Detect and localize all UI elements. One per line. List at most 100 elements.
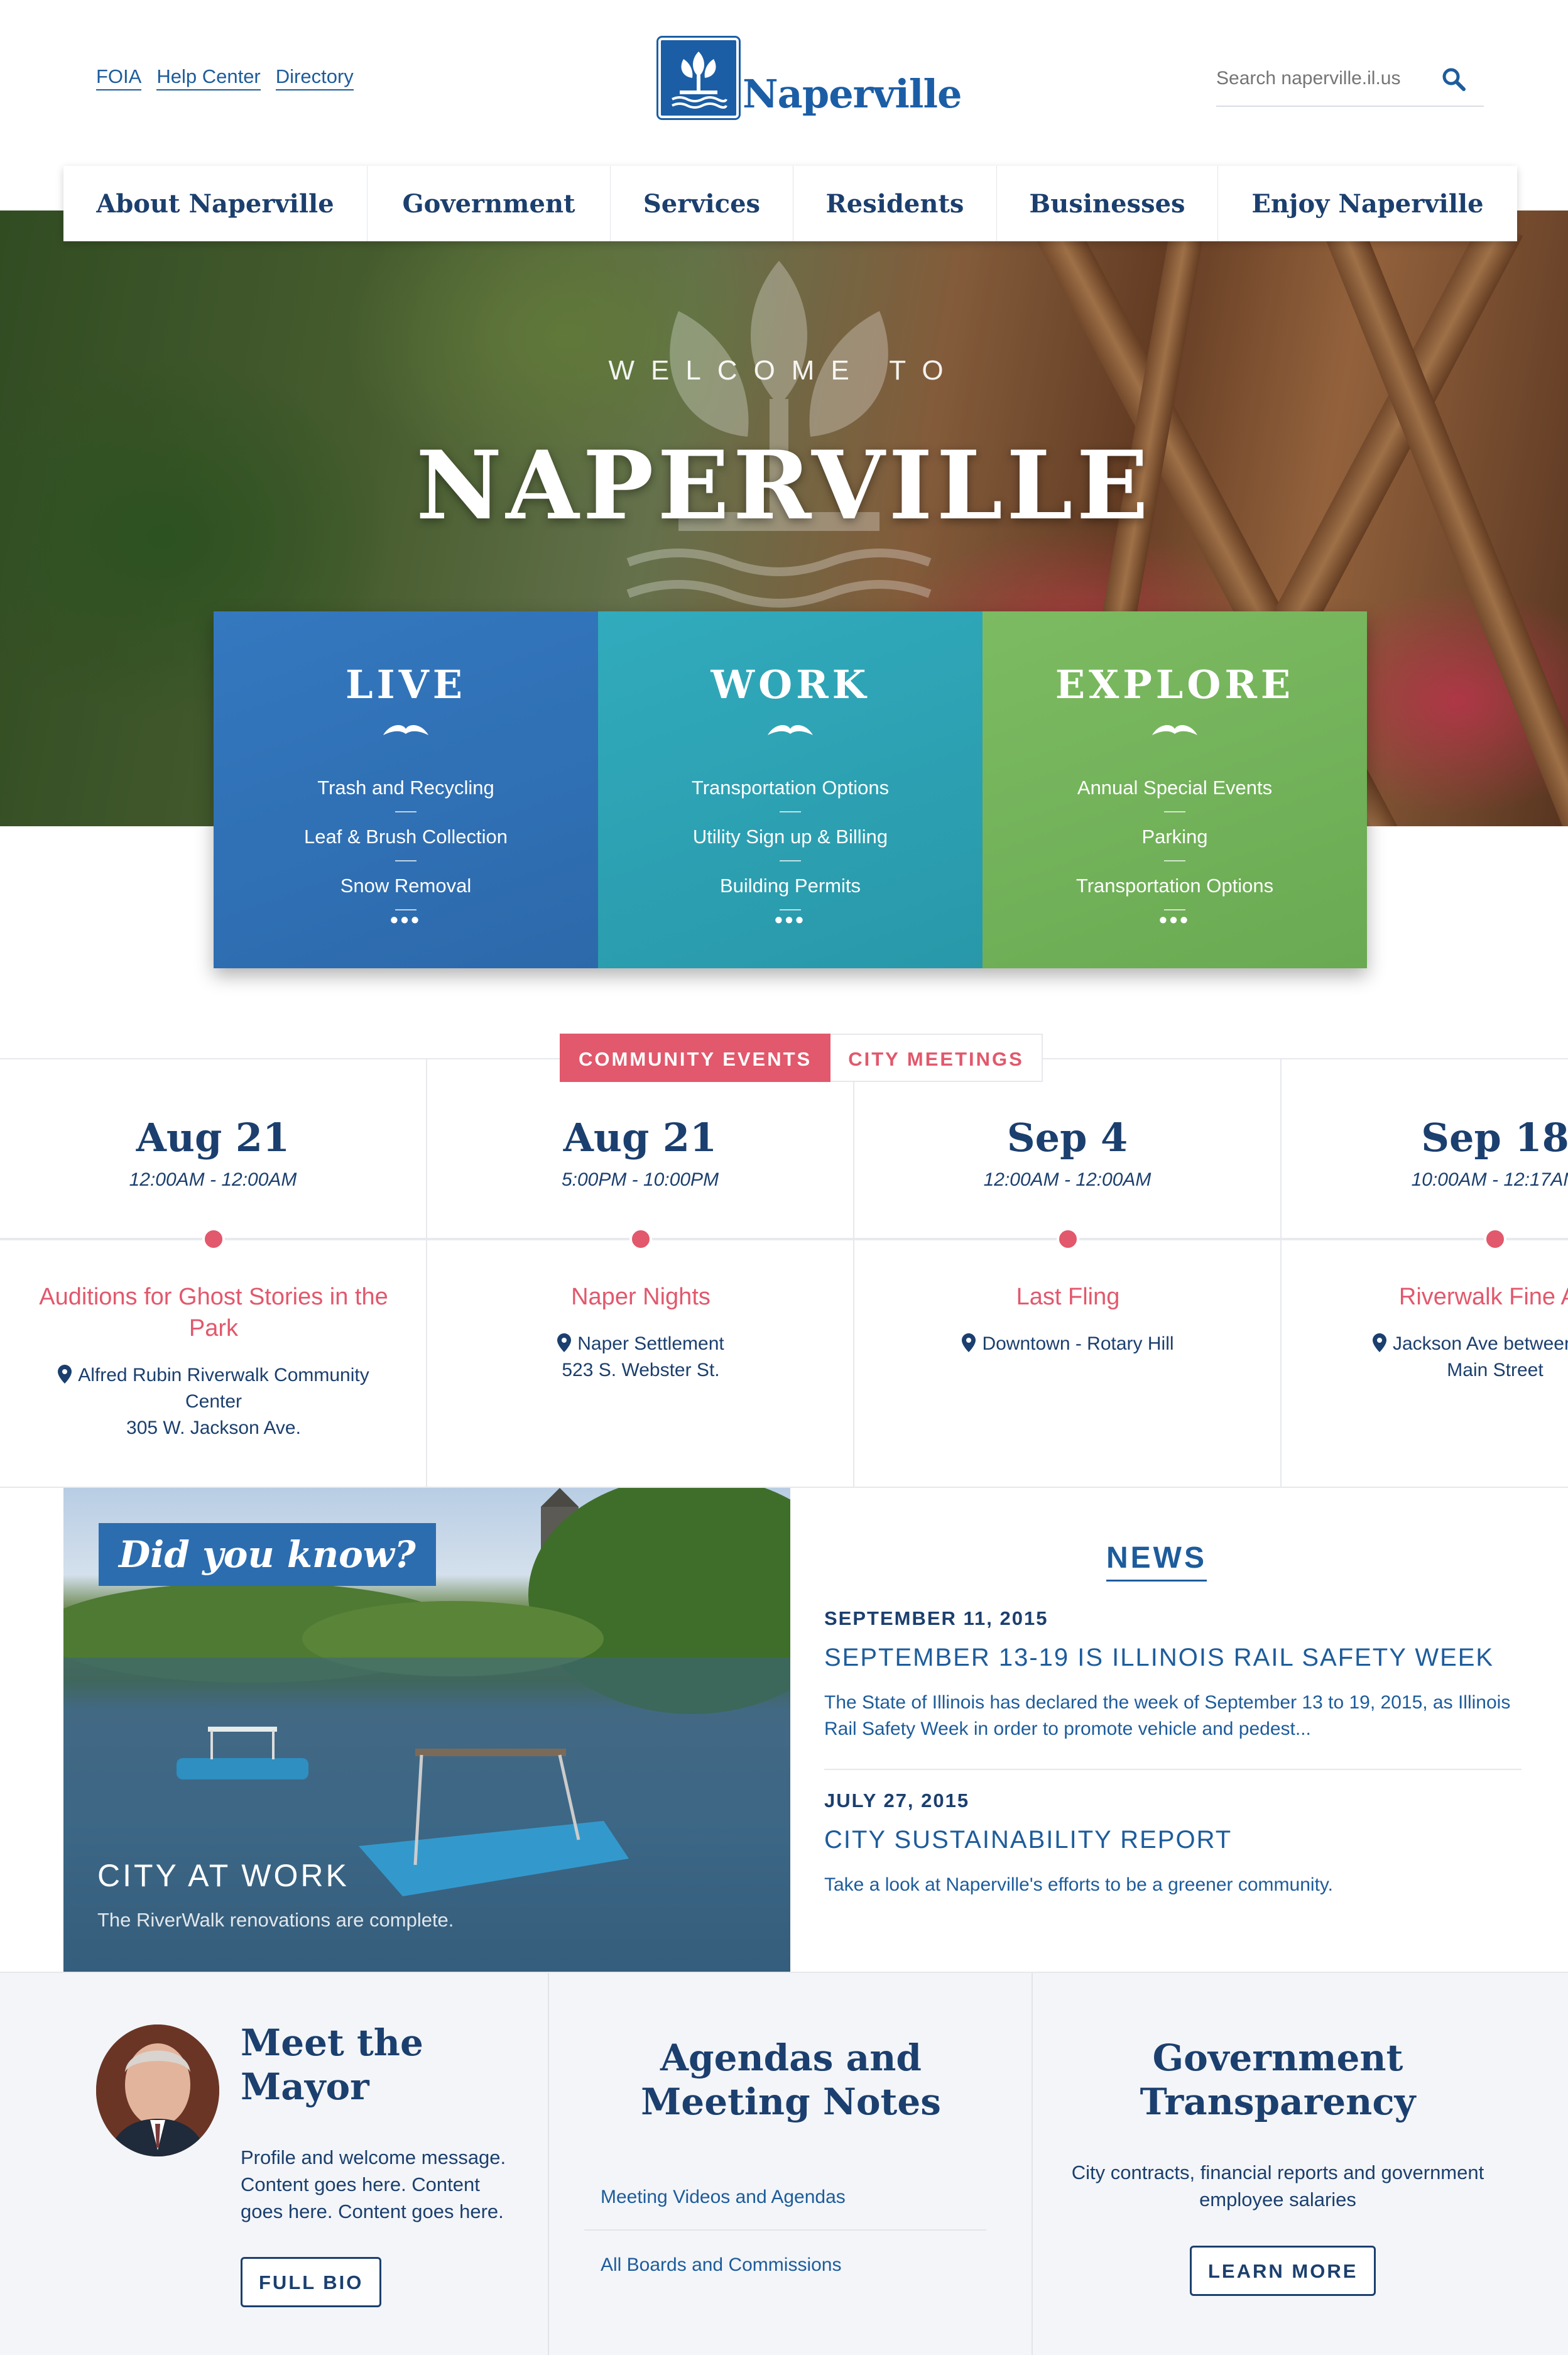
- event-date: Sep 4: [1006, 1115, 1128, 1161]
- logo-wordmark: Naperville: [743, 71, 962, 117]
- timeline-dot: [1057, 1228, 1079, 1250]
- timeline-dot: [1484, 1228, 1506, 1250]
- panel-work-title: WORK: [710, 662, 870, 708]
- panel-link[interactable]: Transportation Options: [598, 763, 983, 812]
- panel-link[interactable]: Leaf & Brush Collection: [214, 812, 598, 861]
- government-transparency: Government Transparency City contracts, …: [1032, 1973, 1568, 2355]
- did-you-know-subtext: The RiverWalk renovations are complete.: [97, 1909, 454, 1931]
- bottom-features: Meet the Mayor Profile and welcome messa…: [0, 1972, 1568, 2355]
- event-location: Downtown - Rotary Hill: [892, 1331, 1244, 1357]
- events-timeline: Aug 21 12:00AM - 12:00AM Auditions for G…: [0, 1058, 1568, 1488]
- event-location: Jackson Ave between Eagl Main Street: [1319, 1331, 1568, 1384]
- full-bio-button[interactable]: FULL BIO: [241, 2257, 382, 2307]
- mayor-avatar: [96, 2024, 219, 2156]
- nav-enjoy-naperville[interactable]: Enjoy Naperville: [1218, 166, 1517, 241]
- boards-commissions-link[interactable]: All Boards and Commissions: [584, 2232, 986, 2298]
- event-title[interactable]: Naper Nights: [465, 1281, 817, 1313]
- panel-link[interactable]: Building Permits: [598, 861, 983, 910]
- event-title[interactable]: Riverwalk Fine Art: [1319, 1281, 1568, 1313]
- panel-link[interactable]: Snow Removal: [214, 861, 598, 910]
- more-links-icon[interactable]: •••: [983, 907, 1367, 933]
- news-date: JULY 27, 2015: [824, 1789, 970, 1811]
- event-location: Alfred Rubin Riverwalk Community Center …: [38, 1362, 389, 1441]
- events-tabs: COMMUNITY EVENTS CITY MEETINGS: [560, 1034, 1043, 1082]
- panel-explore: EXPLORE Annual Special Events Parking Tr…: [983, 611, 1367, 968]
- news-item[interactable]: JULY 27, 2015 CITY SUSTAINABILITY REPORT…: [824, 1789, 1515, 1898]
- event-time: 12:00AM - 12:00AM: [983, 1169, 1152, 1190]
- panel-live-title: LIVE: [346, 662, 466, 708]
- news-summary: Take a look at Naperville's efforts to b…: [824, 1874, 1334, 1895]
- panel-link[interactable]: Parking: [983, 812, 1367, 861]
- event-title[interactable]: Auditions for Ghost Stories in the Park: [38, 1281, 389, 1344]
- meet-the-mayor: Meet the Mayor Profile and welcome messa…: [0, 1973, 548, 2355]
- event-card[interactable]: Sep 4 12:00AM - 12:00AM Last Fling Downt…: [854, 1058, 1282, 1487]
- news-headline[interactable]: CITY SUSTAINABILITY REPORT: [824, 1826, 1515, 1854]
- did-you-know-feature[interactable]: Did you know? CITY AT WORK The RiverWalk…: [63, 1488, 790, 1972]
- transparency-title: Government Transparency: [1140, 2036, 1416, 2123]
- news-date: SEPTEMBER 11, 2015: [824, 1607, 1048, 1629]
- map-pin-icon: [1372, 1333, 1386, 1352]
- map-pin-icon: [962, 1333, 976, 1352]
- tab-city-meetings[interactable]: CITY MEETINGS: [830, 1034, 1043, 1082]
- nav-government[interactable]: Government: [368, 166, 611, 241]
- utility-links: FOIA Help Center Directory: [96, 65, 354, 90]
- news-divider: [824, 1769, 1522, 1770]
- tab-community-events[interactable]: COMMUNITY EVENTS: [560, 1034, 831, 1082]
- help-center-link[interactable]: Help Center: [156, 65, 261, 90]
- learn-more-button[interactable]: LEARN MORE: [1190, 2246, 1376, 2296]
- foia-link[interactable]: FOIA: [96, 65, 142, 90]
- directory-link[interactable]: Directory: [275, 65, 354, 90]
- nav-businesses[interactable]: Businesses: [997, 166, 1218, 241]
- main-nav: About Naperville Government Services Res…: [63, 166, 1517, 241]
- news-item[interactable]: SEPTEMBER 11, 2015 SEPTEMBER 13-19 IS IL…: [824, 1607, 1515, 1742]
- more-links-icon[interactable]: •••: [598, 907, 983, 933]
- nav-residents[interactable]: Residents: [793, 166, 997, 241]
- event-date: Aug 21: [136, 1115, 290, 1161]
- event-date: Aug 21: [563, 1115, 717, 1161]
- search-icon[interactable]: [1441, 67, 1466, 92]
- event-title[interactable]: Last Fling: [892, 1281, 1244, 1313]
- mayor-title: Meet the Mayor: [241, 2021, 423, 2108]
- panel-work: WORK Transportation Options Utility Sign…: [598, 611, 983, 968]
- event-time: 5:00PM - 10:00PM: [561, 1169, 719, 1190]
- news-headline[interactable]: SEPTEMBER 13-19 IS ILLINOIS RAIL SAFETY …: [824, 1644, 1515, 1672]
- nav-about-naperville[interactable]: About Naperville: [63, 166, 368, 241]
- leaf-divider-icon: [383, 725, 428, 735]
- event-card[interactable]: Aug 21 5:00PM - 10:00PM Naper Nights Nap…: [427, 1058, 854, 1487]
- search-input[interactable]: [1216, 60, 1442, 89]
- timeline-dot: [202, 1228, 225, 1250]
- timeline-dot: [629, 1228, 652, 1250]
- event-time: 10:00AM - 12:17AM: [1411, 1169, 1568, 1190]
- nav-services[interactable]: Services: [611, 166, 793, 241]
- quick-links-panels: LIVE Trash and Recycling Leaf & Brush Co…: [214, 611, 1367, 968]
- panel-link[interactable]: Utility Sign up & Billing: [598, 812, 983, 861]
- did-you-know-label: Did you know?: [99, 1523, 436, 1586]
- mayor-text: Profile and welcome message. Content goe…: [241, 2146, 506, 2222]
- transparency-text: City contracts, financial reports and go…: [1071, 2161, 1484, 2210]
- event-card[interactable]: Sep 18 10:00AM - 12:17AM Riverwalk Fine …: [1282, 1058, 1568, 1487]
- agendas-title: Agendas and Meeting Notes: [641, 2036, 941, 2123]
- did-you-know-heading: CITY AT WORK: [97, 1858, 349, 1893]
- event-date: Sep 18: [1421, 1115, 1568, 1161]
- event-location: Naper Settlement 523 S. Webster St.: [465, 1331, 817, 1384]
- more-links-icon[interactable]: •••: [214, 907, 598, 933]
- hero-welcome-text: WELCOME TO: [608, 355, 960, 386]
- map-pin-icon: [557, 1333, 572, 1352]
- map-pin-icon: [58, 1365, 72, 1384]
- panel-link[interactable]: Annual Special Events: [983, 763, 1367, 812]
- leaf-divider-icon: [1152, 725, 1197, 735]
- panel-link[interactable]: Transportation Options: [983, 861, 1367, 910]
- hero-title: NAPERVILLE: [416, 430, 1152, 541]
- leaf-divider-icon: [768, 725, 813, 735]
- naperville-logo-icon: [656, 36, 741, 120]
- news-section: NEWS SEPTEMBER 11, 2015 SEPTEMBER 13-19 …: [790, 1488, 1568, 1972]
- meeting-videos-link[interactable]: Meeting Videos and Agendas: [584, 2164, 986, 2231]
- site-logo[interactable]: Naperville: [656, 36, 962, 120]
- event-time: 12:00AM - 12:00AM: [129, 1169, 297, 1190]
- panel-live: LIVE Trash and Recycling Leaf & Brush Co…: [214, 611, 598, 968]
- news-heading: NEWS: [790, 1541, 1523, 1582]
- site-search: [1216, 60, 1484, 107]
- panel-link[interactable]: Trash and Recycling: [214, 763, 598, 812]
- panel-explore-title: EXPLORE: [1055, 662, 1295, 708]
- event-card[interactable]: Aug 21 12:00AM - 12:00AM Auditions for G…: [0, 1058, 427, 1487]
